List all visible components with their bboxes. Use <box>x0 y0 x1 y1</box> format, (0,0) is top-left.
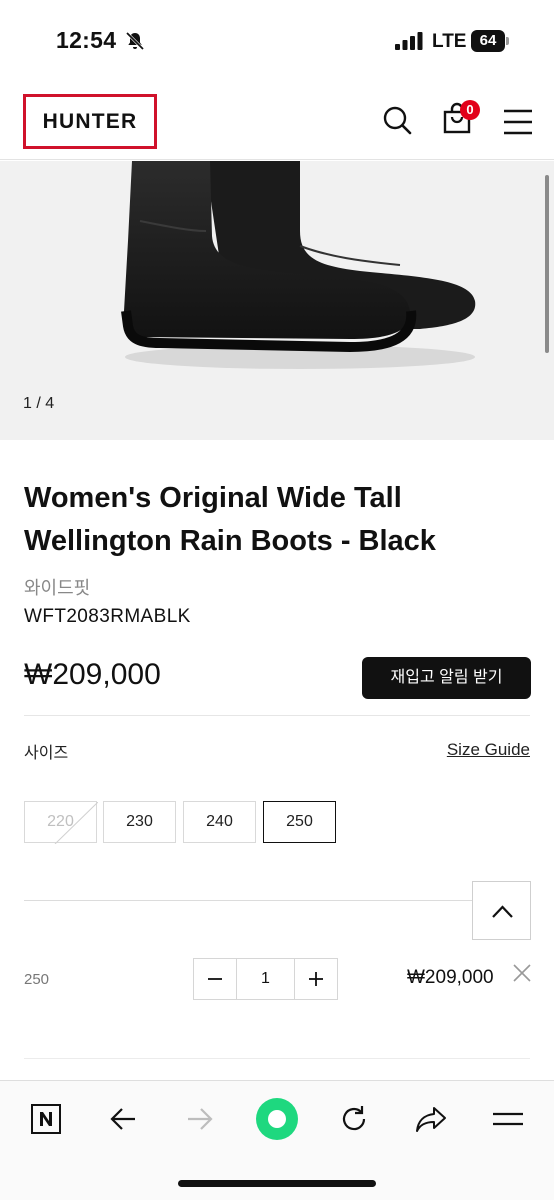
line-item-price: ₩209,000 <box>407 967 494 988</box>
size-option-220: 220 <box>24 801 98 844</box>
status-time: 12:54 <box>56 27 117 53</box>
forward-button[interactable] <box>180 1099 220 1139</box>
network-type: LTE <box>432 31 467 52</box>
divider <box>24 715 530 716</box>
back-button[interactable] <box>103 1099 143 1139</box>
status-bar: 12:54 LTE 64 <box>0 0 554 84</box>
bell-muted-icon <box>125 31 145 51</box>
decrease-quantity-button[interactable] <box>194 959 236 999</box>
product-price: ₩209,000 <box>24 658 161 691</box>
quantity-stepper: 1 <box>193 958 338 1000</box>
close-icon[interactable] <box>512 963 532 983</box>
size-option-label: 230 <box>126 813 153 830</box>
scrollbar[interactable] <box>545 175 549 353</box>
size-guide-link[interactable]: Size Guide <box>447 740 530 760</box>
signal-icon <box>395 32 423 50</box>
divider <box>24 900 472 901</box>
gallery-counter: 1 / 4 <box>23 395 55 412</box>
menu-lines-icon <box>493 1112 523 1126</box>
search-icon[interactable] <box>381 104 413 136</box>
size-option-250[interactable]: 250 <box>263 801 336 843</box>
size-option-240[interactable]: 240 <box>183 801 256 843</box>
battery-icon: 64 <box>471 30 509 52</box>
divider <box>24 1058 530 1059</box>
browser-menu-button[interactable] <box>488 1099 528 1139</box>
plus-icon <box>309 972 323 986</box>
product-fit: 와이드핏 <box>24 578 91 598</box>
product-image <box>121 161 476 369</box>
product-title: Women's Original Wide Tall Wellington Ra… <box>24 482 436 557</box>
product-image-gallery[interactable]: 1 / 4 <box>0 161 554 440</box>
share-icon <box>416 1107 446 1132</box>
product-sku: WFT2083RMABLK <box>24 606 191 627</box>
logo-text: HUNTER <box>42 109 138 133</box>
size-option-230[interactable]: 230 <box>103 801 176 843</box>
arrow-left-icon <box>110 1108 135 1130</box>
reload-icon <box>342 1106 366 1131</box>
size-option-label: 250 <box>286 813 313 830</box>
share-button[interactable] <box>411 1099 451 1139</box>
quantity-value[interactable]: 1 <box>236 959 295 999</box>
green-dot-icon <box>256 1098 298 1140</box>
size-option-label: 240 <box>206 813 233 830</box>
naver-n-icon <box>31 1104 61 1134</box>
size-label: 사이즈 <box>24 745 69 762</box>
chevron-up-icon <box>492 905 513 918</box>
hunter-logo[interactable]: HUNTER <box>23 94 157 149</box>
green-dot-button[interactable] <box>254 1096 300 1142</box>
home-indicator[interactable] <box>178 1180 376 1187</box>
arrow-right-icon <box>188 1108 213 1130</box>
restock-alert-button[interactable]: 재입고 알림 받기 <box>362 657 531 699</box>
increase-quantity-button[interactable] <box>295 959 337 999</box>
reload-button[interactable] <box>334 1099 374 1139</box>
battery-level: 64 <box>471 30 505 52</box>
hamburger-menu-icon[interactable] <box>502 106 534 138</box>
minus-icon <box>208 978 222 980</box>
naver-app-button[interactable] <box>26 1099 66 1139</box>
selected-size: 250 <box>24 971 50 988</box>
site-header: HUNTER <box>0 84 554 160</box>
cart-count-badge: 0 <box>460 100 480 120</box>
scroll-to-top-button[interactable] <box>472 881 531 940</box>
